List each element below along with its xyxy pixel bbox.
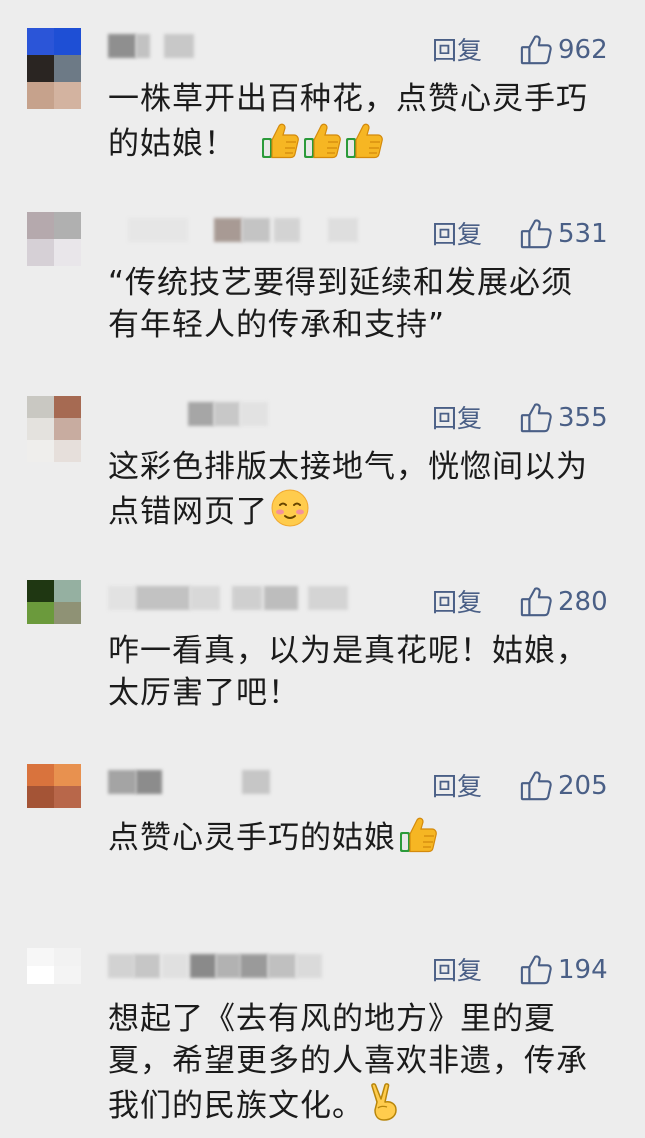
like-count: 280 bbox=[558, 587, 608, 617]
avatar[interactable] bbox=[27, 28, 81, 109]
like-count: 194 bbox=[558, 955, 608, 985]
comment-line: 的姑娘！ bbox=[108, 126, 236, 162]
comment-line: 夏，希望更多的人喜欢非遗，传承 bbox=[108, 1043, 588, 1079]
reply-button[interactable]: 回复 bbox=[432, 404, 482, 434]
victory-hand-emoji-icon bbox=[366, 1082, 406, 1122]
comment-item: 回复 194 想起了《去有风的地方》里的夏 夏，希望更多的人喜欢非遗，传承 我们… bbox=[0, 948, 645, 1138]
comment-line: 这彩色排版太接地气，恍惚间以为 bbox=[108, 449, 588, 485]
comment-line: 一株草开出百种花，点赞心灵手巧 bbox=[108, 81, 588, 117]
comment-text: 想起了《去有风的地方》里的夏 夏，希望更多的人喜欢非遗，传承 我们的民族文化。 bbox=[108, 998, 628, 1127]
thumbs-up-emoji-icon bbox=[260, 120, 300, 160]
like-icon bbox=[520, 402, 552, 434]
like-count: 205 bbox=[558, 771, 608, 801]
like-button[interactable]: 355 bbox=[520, 400, 608, 436]
comment-text: 点赞心灵手巧的姑娘 bbox=[108, 814, 628, 859]
like-button[interactable]: 531 bbox=[520, 216, 608, 252]
comment-line: “传统技艺要得到延续和发展必须 bbox=[108, 265, 574, 301]
blushing-face-emoji-icon bbox=[270, 488, 310, 528]
reply-button[interactable]: 回复 bbox=[432, 220, 482, 250]
comment-text: “传统技艺要得到延续和发展必须 有年轻人的传承和支持” bbox=[108, 262, 628, 346]
thumbs-up-emoji-icon bbox=[344, 120, 384, 160]
avatar[interactable] bbox=[27, 948, 81, 1002]
thumbs-up-emoji-icon bbox=[302, 120, 342, 160]
comment-line: 想起了《去有风的地方》里的夏 bbox=[108, 1001, 556, 1037]
username-blurred[interactable] bbox=[108, 34, 398, 58]
comment-item: 回复 205 点赞心灵手巧的姑娘 bbox=[0, 764, 645, 924]
avatar[interactable] bbox=[27, 396, 81, 462]
like-icon bbox=[520, 34, 552, 66]
comment-item: 回复 280 咋一看真，以为是真花呢！姑娘， 太厉害了吧！ bbox=[0, 580, 645, 740]
comment-text: 这彩色排版太接地气，恍惚间以为 点错网页了 bbox=[108, 446, 628, 533]
comment-line: 咋一看真，以为是真花呢！姑娘， bbox=[108, 633, 588, 669]
comment-line-wrap: 点错网页了 bbox=[108, 488, 628, 533]
thumbs-up-emoji-icon bbox=[398, 814, 438, 854]
like-count: 962 bbox=[558, 35, 608, 65]
like-icon bbox=[520, 954, 552, 986]
comment-item: 回复 962 一株草开出百种花，点赞心灵手巧 的姑娘！ bbox=[0, 28, 645, 188]
avatar[interactable] bbox=[27, 212, 81, 293]
like-button[interactable]: 194 bbox=[520, 952, 608, 988]
comment-line-wrap: 我们的民族文化。 bbox=[108, 1082, 628, 1127]
like-icon bbox=[520, 218, 552, 250]
like-button[interactable]: 962 bbox=[520, 32, 608, 68]
comment-line: 有年轻人的传承和支持” bbox=[108, 307, 446, 343]
like-icon bbox=[520, 586, 552, 618]
username-blurred[interactable] bbox=[108, 402, 398, 426]
comment-text: 一株草开出百种花，点赞心灵手巧 的姑娘！ bbox=[108, 78, 628, 165]
reply-button[interactable]: 回复 bbox=[432, 772, 482, 802]
reply-button[interactable]: 回复 bbox=[432, 36, 482, 66]
comment-line: 点赞心灵手巧的姑娘 bbox=[108, 820, 396, 856]
like-count: 531 bbox=[558, 219, 608, 249]
avatar[interactable] bbox=[27, 764, 81, 830]
comment-item: 回复 531 “传统技艺要得到延续和发展必须 有年轻人的传承和支持” bbox=[0, 212, 645, 372]
like-icon bbox=[520, 770, 552, 802]
comment-text: 咋一看真，以为是真花呢！姑娘， 太厉害了吧！ bbox=[108, 630, 628, 714]
username-blurred[interactable] bbox=[108, 218, 398, 242]
username-blurred[interactable] bbox=[108, 954, 398, 978]
comment-line: 点错网页了 bbox=[108, 494, 268, 530]
reply-button[interactable]: 回复 bbox=[432, 956, 482, 986]
comment-line-wrap: 的姑娘！ bbox=[108, 120, 628, 165]
comment-item: 回复 355 这彩色排版太接地气，恍惚间以为 点错网页了 bbox=[0, 396, 645, 556]
username-blurred[interactable] bbox=[108, 770, 398, 794]
comment-line: 太厉害了吧！ bbox=[108, 675, 300, 711]
username-blurred[interactable] bbox=[108, 586, 398, 610]
comment-line-wrap: 点赞心灵手巧的姑娘 bbox=[108, 814, 628, 859]
avatar[interactable] bbox=[27, 580, 81, 646]
like-button[interactable]: 205 bbox=[520, 768, 608, 804]
comment-line: 我们的民族文化。 bbox=[108, 1088, 364, 1124]
reply-button[interactable]: 回复 bbox=[432, 588, 482, 618]
like-count: 355 bbox=[558, 403, 608, 433]
like-button[interactable]: 280 bbox=[520, 584, 608, 620]
